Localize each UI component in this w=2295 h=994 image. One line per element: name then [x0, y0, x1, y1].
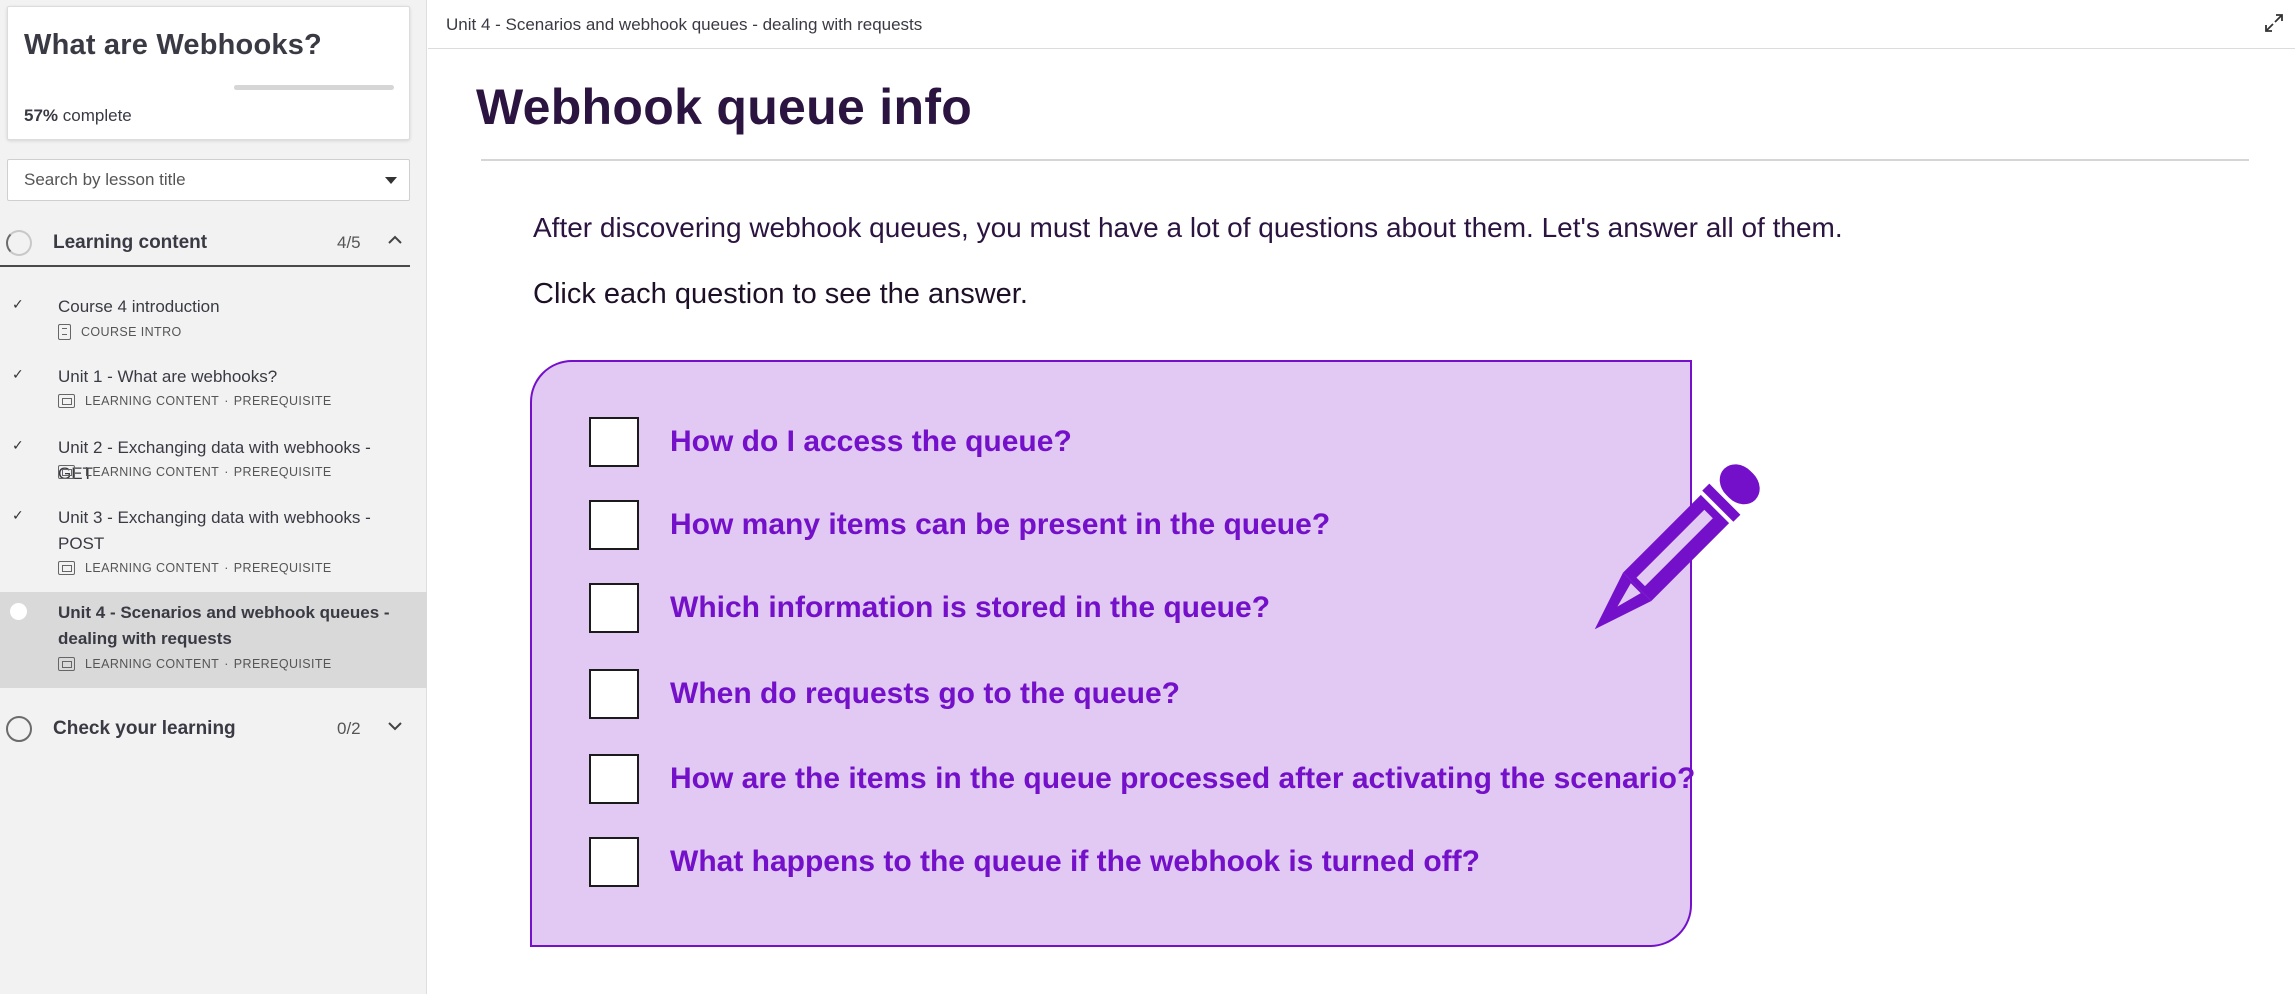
check-icon: ✓: [12, 366, 24, 382]
lesson-search-select[interactable]: Search by lesson title: [7, 159, 410, 201]
question-checkbox[interactable]: [589, 837, 639, 887]
lesson-title: Unit 2 - Exchanging data with webhooks -…: [58, 438, 371, 483]
question-checkbox[interactable]: [589, 417, 639, 467]
question-checkbox[interactable]: [589, 669, 639, 719]
question-checkbox[interactable]: [589, 583, 639, 633]
expand-icon[interactable]: [2263, 12, 2285, 34]
section-check-your-learning[interactable]: Check your learning 0/2: [0, 705, 410, 753]
question-item[interactable]: How do I access the queue?: [589, 417, 1072, 467]
question-card: How do I access the queue? How many item…: [530, 360, 1695, 947]
lesson-item[interactable]: ✓ Unit 2 - Exchanging data with webhooks…: [0, 431, 427, 491]
lesson-item[interactable]: ✓ Unit 3 - Exchanging data with webhooks…: [0, 501, 427, 587]
lesson-meta: LEARNING CONTENT · PREREQUISITE: [58, 657, 332, 671]
lesson-item[interactable]: ✓ Course 4 introduction COURSE INTRO: [0, 290, 427, 350]
question-text: How are the items in the queue processed…: [670, 762, 1696, 795]
slides-icon: [58, 561, 75, 575]
course-progress-card: What are Webhooks? 57% complete: [7, 6, 410, 140]
question-checkbox[interactable]: [589, 754, 639, 804]
lesson-title: Course 4 introduction: [58, 297, 220, 316]
lesson-meta: COURSE INTRO: [58, 324, 182, 340]
progress-percent: 57%: [24, 106, 59, 125]
pencil-icon: [1594, 464, 1760, 630]
section-title: Check your learning: [53, 718, 236, 739]
question-text: When do requests go to the queue?: [670, 677, 1180, 710]
current-lesson-dot-icon: [10, 603, 27, 620]
question-text: How many items can be present in the que…: [670, 508, 1331, 541]
question-item[interactable]: How are the items in the queue processed…: [589, 754, 1695, 804]
question-text: What happens to the queue if the webhook…: [670, 845, 1480, 878]
progress-label: 57% complete: [24, 106, 132, 126]
section-count: 0/2: [337, 719, 361, 738]
question-item[interactable]: What happens to the queue if the webhook…: [589, 837, 1480, 887]
lesson-meta: LEARNING CONTENT · PREREQUISITE: [58, 465, 332, 479]
section-learning-content[interactable]: Learning content 4/5: [0, 219, 410, 267]
section-count: 4/5: [337, 233, 361, 252]
intro-paragraph: After discovering webhook queues, you mu…: [533, 212, 1843, 243]
lesson-title: Unit 1 - What are webhooks?: [58, 367, 278, 386]
title-divider: [481, 159, 2249, 161]
lesson-tag: PREREQUISITE: [233, 394, 332, 408]
lesson-topbar: Unit 4 - Scenarios and webhook queues - …: [428, 0, 2295, 49]
lesson-tag: PREREQUISITE: [233, 657, 332, 671]
slides-icon: [58, 657, 75, 671]
meta-separator: ·: [224, 561, 229, 575]
progress-bar-fill: [234, 85, 326, 90]
question-text: Which information is stored in the queue…: [670, 591, 1271, 624]
section-progress-ring-icon: [6, 716, 32, 742]
lesson-tag: PREREQUISITE: [233, 561, 332, 575]
check-icon: ✓: [12, 437, 24, 453]
question-item[interactable]: When do requests go to the queue?: [589, 669, 1180, 719]
lesson-type: COURSE INTRO: [81, 325, 182, 339]
meta-separator: ·: [224, 394, 229, 408]
lesson-title: Unit 3 - Exchanging data with webhooks -…: [58, 508, 371, 553]
lesson-meta: LEARNING CONTENT · PREREQUISITE: [58, 394, 332, 408]
lesson-type: LEARNING CONTENT: [85, 657, 220, 671]
question-item[interactable]: How many items can be present in the que…: [589, 500, 1330, 550]
lesson-item[interactable]: ✓ Unit 1 - What are webhooks? LEARNING C…: [0, 360, 427, 420]
lesson-item-active[interactable]: Unit 4 - Scenarios and webhook queues - …: [0, 592, 427, 688]
section-progress-ring-icon: [6, 230, 32, 256]
course-sidebar: What are Webhooks? 57% complete Search b…: [0, 0, 427, 994]
lesson-title: Unit 4 - Scenarios and webhook queues - …: [58, 603, 390, 648]
progress-suffix: complete: [62, 106, 132, 125]
caret-down-icon: [385, 177, 397, 184]
check-icon: ✓: [12, 296, 24, 312]
question-checkbox[interactable]: [589, 500, 639, 550]
lesson-type: LEARNING CONTENT: [85, 394, 220, 408]
progress-bar: [234, 85, 394, 90]
meta-separator: ·: [224, 657, 229, 671]
meta-separator: ·: [224, 465, 229, 479]
document-icon: [58, 324, 71, 340]
course-title: What are Webhooks?: [24, 29, 322, 61]
page-title: Webhook queue info: [476, 79, 973, 135]
instruction-text: Click each question to see the answer.: [533, 278, 1028, 310]
lesson-type: LEARNING CONTENT: [85, 561, 220, 575]
section-title: Learning content: [53, 232, 208, 253]
question-item[interactable]: Which information is stored in the queue…: [589, 583, 1270, 633]
lesson-meta: LEARNING CONTENT · PREREQUISITE: [58, 561, 332, 575]
lesson-tag: PREREQUISITE: [233, 465, 332, 479]
slides-icon: [58, 394, 75, 408]
chevron-down-icon: [388, 722, 402, 731]
lesson-search-placeholder: Search by lesson title: [24, 170, 186, 189]
lesson-type: LEARNING CONTENT: [85, 465, 220, 479]
breadcrumb: Unit 4 - Scenarios and webhook queues - …: [446, 15, 923, 34]
question-text: How do I access the queue?: [670, 425, 1072, 458]
check-icon: ✓: [12, 507, 24, 523]
chevron-up-icon: [388, 235, 402, 244]
slides-icon: [58, 465, 75, 479]
